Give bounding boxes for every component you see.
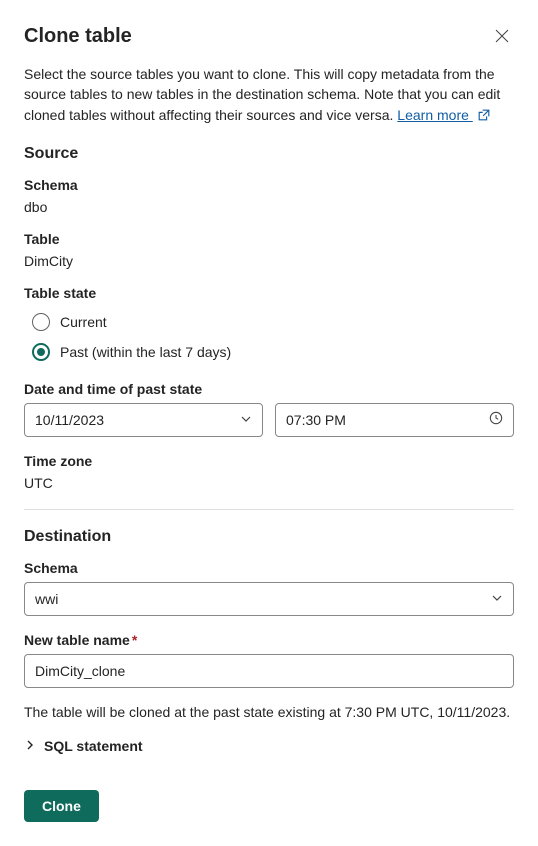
external-link-icon xyxy=(477,107,491,127)
timezone-value: UTC xyxy=(24,475,514,491)
chevron-down-icon xyxy=(240,412,252,428)
chevron-down-icon xyxy=(491,591,503,607)
table-label: Table xyxy=(24,231,514,247)
radio-past-label: Past (within the last 7 days) xyxy=(60,344,231,360)
date-time-label: Date and time of past state xyxy=(24,381,514,397)
required-indicator: * xyxy=(132,632,137,648)
sql-statement-label: SQL statement xyxy=(44,738,143,754)
table-value: DimCity xyxy=(24,253,514,269)
status-text: The table will be cloned at the past sta… xyxy=(24,704,514,720)
time-input[interactable]: 07:30 PM xyxy=(275,403,514,437)
new-table-name-input[interactable]: DimCity_clone xyxy=(24,654,514,688)
dialog-description: Select the source tables you want to clo… xyxy=(24,64,514,127)
new-table-name-label: New table name* xyxy=(24,632,514,648)
new-table-name-value: DimCity_clone xyxy=(35,663,125,679)
radio-past[interactable]: Past (within the last 7 days) xyxy=(24,337,514,367)
schema-label: Schema xyxy=(24,177,514,193)
dest-schema-value: wwi xyxy=(35,591,58,607)
chevron-right-icon xyxy=(24,738,36,754)
destination-heading: Destination xyxy=(24,528,514,546)
timezone-label: Time zone xyxy=(24,453,514,469)
schema-value: dbo xyxy=(24,199,514,215)
sql-statement-expander[interactable]: SQL statement xyxy=(24,738,514,754)
dest-schema-label: Schema xyxy=(24,560,514,576)
radio-icon xyxy=(32,313,50,331)
dest-schema-select[interactable]: wwi xyxy=(24,582,514,616)
learn-more-link[interactable]: Learn more xyxy=(397,107,472,123)
clock-icon xyxy=(489,411,503,428)
radio-current[interactable]: Current xyxy=(24,307,514,337)
table-state-label: Table state xyxy=(24,285,514,301)
close-button[interactable] xyxy=(490,24,514,48)
date-value: 10/11/2023 xyxy=(35,412,104,428)
close-icon xyxy=(494,28,510,44)
time-value: 07:30 PM xyxy=(286,412,346,428)
radio-current-label: Current xyxy=(60,314,107,330)
dialog-title: Clone table xyxy=(24,25,132,48)
date-input[interactable]: 10/11/2023 xyxy=(24,403,263,437)
radio-icon xyxy=(32,343,50,361)
source-heading: Source xyxy=(24,145,514,163)
divider xyxy=(24,509,514,510)
